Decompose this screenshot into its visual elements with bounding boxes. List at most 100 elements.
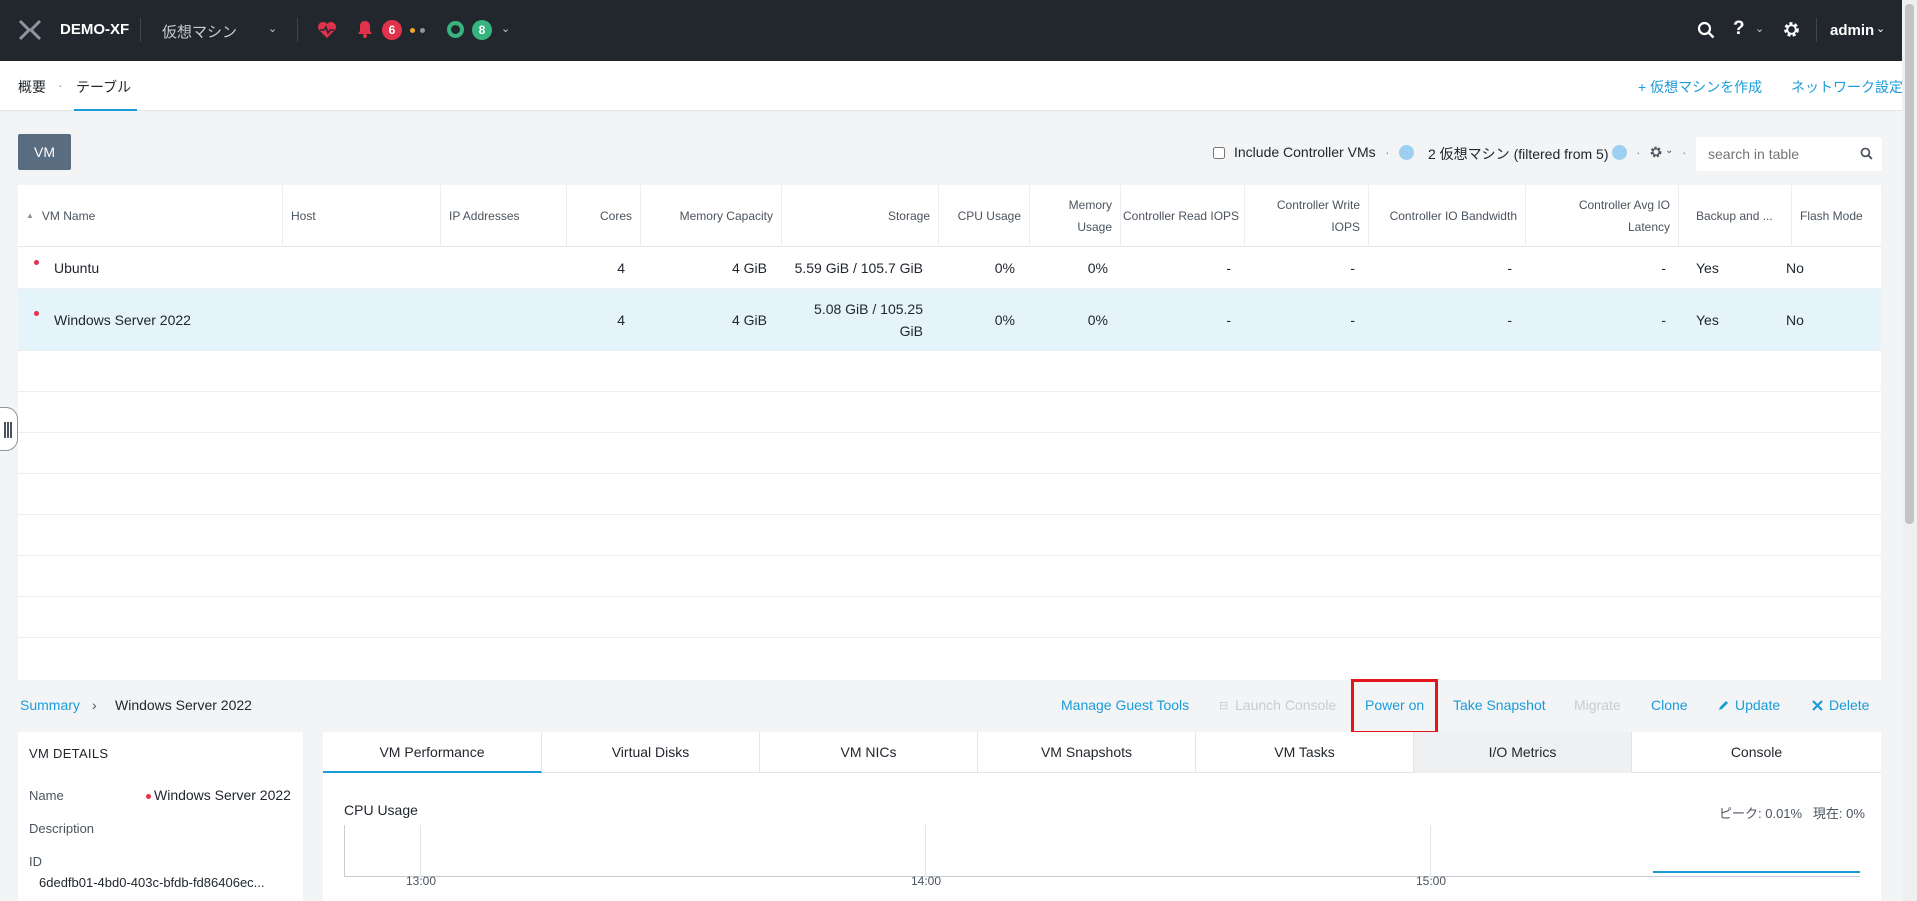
name-label: Name bbox=[29, 788, 64, 803]
help-icon[interactable]: ? bbox=[1733, 18, 1745, 40]
info-dot-icon[interactable] bbox=[420, 28, 425, 33]
include-controller-vms-checkbox[interactable] bbox=[1213, 147, 1225, 159]
nutanix-logo-icon[interactable] bbox=[18, 19, 42, 41]
highlight-box bbox=[1351, 679, 1438, 734]
task-ring-icon[interactable] bbox=[447, 21, 464, 38]
backup-cell: Yes bbox=[1696, 260, 1719, 276]
summary-breadcrumb-link[interactable]: Summary bbox=[20, 697, 80, 713]
tab-overview[interactable]: 概要 bbox=[18, 77, 46, 97]
tab-vm-performance[interactable]: VM Performance bbox=[323, 732, 542, 773]
clone-button[interactable]: Clone bbox=[1651, 697, 1688, 713]
column-header-vm-name[interactable]: ▲ VM Name bbox=[18, 185, 283, 247]
column-header-cpu-usage[interactable]: CPU Usage bbox=[939, 185, 1030, 247]
search-icon[interactable] bbox=[1860, 147, 1873, 160]
power-off-status-icon bbox=[146, 794, 151, 799]
manage-guest-tools-button[interactable]: Manage Guest Tools bbox=[1061, 697, 1189, 713]
column-header-ip-addresses[interactable]: IP Addresses bbox=[441, 185, 567, 247]
network-config-link[interactable]: ネットワーク設定 bbox=[1791, 77, 1903, 97]
bell-icon[interactable] bbox=[356, 19, 374, 39]
column-header-memory-capacity[interactable]: Memory Capacity bbox=[641, 185, 782, 247]
dot-separator: · bbox=[1682, 144, 1687, 160]
table-search-input[interactable] bbox=[1708, 146, 1848, 162]
column-header-controller-read-iops[interactable]: Controller Read IOPS bbox=[1121, 185, 1245, 247]
column-header-backup[interactable]: Backup and ... bbox=[1679, 185, 1792, 247]
column-header-storage[interactable]: Storage bbox=[782, 185, 939, 247]
user-menu[interactable]: admin bbox=[1830, 22, 1874, 39]
chevron-down-icon[interactable]: ⌄ bbox=[1665, 145, 1673, 156]
table-row[interactable]: Ubuntu 4 4 GiB 5.59 GiB / 105.7 GiB 0% 0… bbox=[18, 247, 1881, 289]
next-page-icon[interactable] bbox=[1612, 145, 1627, 160]
main-menu-dropdown[interactable]: 仮想マシン bbox=[162, 21, 237, 42]
tab-vm-tasks[interactable]: VM Tasks bbox=[1196, 732, 1414, 773]
pencil-icon[interactable] bbox=[1718, 699, 1730, 711]
vm-entity-button[interactable]: VM bbox=[18, 134, 71, 170]
cluster-name[interactable]: DEMO-XF bbox=[60, 21, 129, 38]
task-count-badge[interactable]: 8 bbox=[472, 20, 492, 40]
memory-capacity-cell: 4 GiB bbox=[731, 260, 767, 276]
cpu-usage-chart-title: CPU Usage bbox=[344, 802, 418, 818]
vm-count-text: 2 仮想マシン (filtered from 5) bbox=[1428, 146, 1609, 162]
launch-console-icon: ⊟ bbox=[1219, 700, 1229, 712]
tab-table[interactable]: テーブル bbox=[74, 77, 138, 111]
page-scrollbar[interactable] bbox=[1902, 0, 1917, 901]
create-vm-link[interactable]: + 仮想マシンを作成 bbox=[1638, 77, 1762, 97]
sidebar-toggle-handle[interactable] bbox=[0, 407, 18, 451]
empty-row bbox=[18, 597, 1881, 638]
include-controller-vms-label[interactable]: Include Controller VMs bbox=[1234, 144, 1376, 160]
flash-mode-cell: No bbox=[1786, 260, 1804, 276]
cores-cell: 4 bbox=[617, 260, 625, 276]
io-bandwidth-cell: - bbox=[1507, 260, 1512, 276]
detail-tabs: VM Performance Virtual Disks VM NICs VM … bbox=[323, 732, 1881, 773]
tab-virtual-disks[interactable]: Virtual Disks bbox=[542, 732, 760, 773]
vm-name-cell[interactable]: Windows Server 2022 bbox=[54, 309, 191, 331]
warning-dot-icon[interactable] bbox=[410, 28, 415, 33]
chevron-down-icon[interactable]: ⌄ bbox=[268, 22, 277, 35]
column-header-cores[interactable]: Cores bbox=[567, 185, 641, 247]
prev-page-icon[interactable] bbox=[1399, 145, 1414, 160]
table-search-box[interactable] bbox=[1696, 137, 1882, 171]
io-bandwidth-cell: - bbox=[1507, 312, 1512, 328]
chevron-down-icon[interactable]: ⌄ bbox=[1755, 22, 1764, 35]
alert-count-badge[interactable]: 6 bbox=[382, 20, 402, 40]
delete-button[interactable]: Delete bbox=[1829, 697, 1869, 713]
column-header-controller-avg-io-latency[interactable]: Controller Avg IO Latency bbox=[1526, 185, 1679, 247]
vm-name-cell[interactable]: Ubuntu bbox=[54, 257, 99, 279]
vm-performance-panel: VM Performance Virtual Disks VM NICs VM … bbox=[323, 732, 1881, 901]
divider bbox=[297, 18, 298, 42]
chevron-down-icon[interactable]: ⌄ bbox=[1876, 22, 1885, 35]
column-header-controller-io-bandwidth[interactable]: Controller IO Bandwidth bbox=[1369, 185, 1526, 247]
take-snapshot-button[interactable]: Take Snapshot bbox=[1453, 697, 1546, 713]
column-header-flash-mode[interactable]: Flash Mode bbox=[1792, 185, 1881, 247]
column-header-controller-write-iops[interactable]: Controller Write IOPS bbox=[1245, 185, 1369, 247]
name-value: Windows Server 2022 bbox=[154, 787, 291, 803]
tab-io-metrics[interactable]: I/O Metrics bbox=[1414, 732, 1632, 773]
column-header-host[interactable]: Host bbox=[283, 185, 441, 247]
empty-row bbox=[18, 351, 1881, 392]
column-header-memory-usage[interactable]: Memory Usage bbox=[1030, 185, 1121, 247]
write-iops-cell: - bbox=[1350, 312, 1355, 328]
chart-gridline bbox=[420, 825, 421, 877]
tab-console[interactable]: Console bbox=[1632, 732, 1881, 773]
chevron-down-icon[interactable]: ⌄ bbox=[501, 22, 510, 35]
time-tick-label: 13:00 bbox=[406, 874, 437, 888]
update-button[interactable]: Update bbox=[1735, 697, 1780, 713]
storage-cell: 5.08 GiB / 105.25 GiB bbox=[814, 301, 923, 339]
view-subnav: 概要 · テーブル + 仮想マシンを作成 ネットワーク設定 bbox=[0, 61, 1917, 111]
close-icon[interactable] bbox=[1812, 700, 1823, 711]
sort-ascending-icon[interactable]: ▲ bbox=[26, 205, 34, 227]
cores-cell: 4 bbox=[617, 312, 625, 328]
health-heart-icon[interactable] bbox=[316, 19, 338, 41]
gear-icon[interactable] bbox=[1649, 145, 1663, 159]
scrollbar-thumb[interactable] bbox=[1905, 4, 1914, 524]
search-icon[interactable] bbox=[1697, 21, 1715, 39]
gear-icon[interactable] bbox=[1782, 20, 1801, 39]
table-row-selected[interactable]: Windows Server 2022 4 4 GiB 5.08 GiB / 1… bbox=[18, 289, 1881, 351]
tab-vm-nics[interactable]: VM NICs bbox=[760, 732, 978, 773]
memory-capacity-cell: 4 GiB bbox=[731, 312, 767, 328]
launch-console-button: Launch Console bbox=[1235, 697, 1337, 713]
migrate-button: Migrate bbox=[1574, 697, 1621, 713]
cpu-usage-cell: 0% bbox=[994, 260, 1015, 276]
tab-vm-snapshots[interactable]: VM Snapshots bbox=[978, 732, 1196, 773]
time-tick-label: 15:00 bbox=[1416, 874, 1447, 888]
vm-details-title: VM DETAILS bbox=[29, 746, 109, 761]
